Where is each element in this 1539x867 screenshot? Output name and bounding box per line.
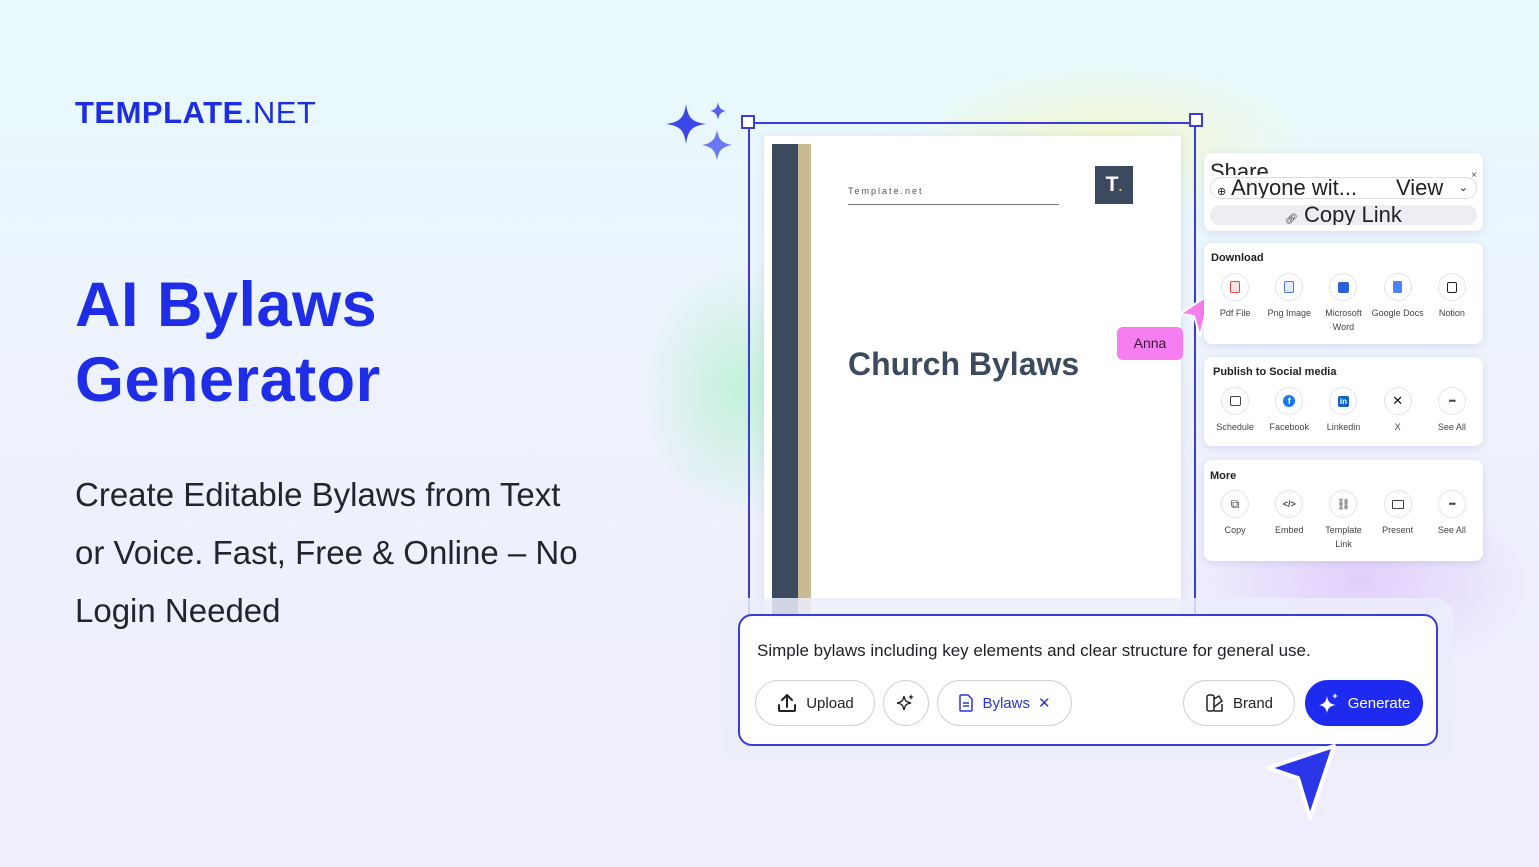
- more-item-label: Template Link: [1325, 525, 1362, 549]
- png-icon: [1275, 273, 1304, 301]
- code-icon: </>: [1275, 490, 1304, 518]
- share-permission-label[interactable]: View: [1396, 178, 1443, 198]
- present-icon: [1383, 490, 1412, 518]
- close-icon[interactable]: ✕: [1038, 694, 1051, 712]
- copy-link-label: Copy Link: [1303, 205, 1402, 225]
- more-item-label: Embed: [1275, 525, 1304, 535]
- upload-label: Upload: [806, 694, 854, 712]
- social-schedule-button[interactable]: Schedule: [1208, 387, 1262, 434]
- prompt-input[interactable]: Simple bylaws including key elements and…: [757, 641, 1311, 661]
- more-item-label: See All: [1437, 525, 1466, 535]
- subtitle-line-1: Create Editable Bylaws from Text: [75, 476, 561, 513]
- logo-thin-text: .NET: [243, 95, 317, 130]
- copy-icon: ⧉: [1221, 490, 1250, 518]
- more-title: More: [1210, 470, 1237, 482]
- download-item-label: Microsoft Word: [1325, 308, 1362, 332]
- collaborator-label: Anna: [1117, 327, 1183, 360]
- document-icon: [959, 694, 974, 712]
- page-title: AI Bylaws Generator: [75, 268, 381, 418]
- title-line-1: AI Bylaws: [75, 270, 378, 340]
- cursor-arrow-icon: [1266, 744, 1336, 820]
- download-word-button[interactable]: Microsoft Word: [1316, 273, 1370, 334]
- google-docs-icon: [1383, 273, 1412, 301]
- social-linkedin-button[interactable]: in Linkedin: [1316, 387, 1370, 434]
- copy-link-button[interactable]: 🔗︎ Copy Link: [1210, 205, 1477, 225]
- social-item-label: Facebook: [1269, 422, 1310, 432]
- download-item-label: Pdf File: [1219, 308, 1251, 318]
- share-panel: Share × ⊕ Anyone wit... View ⌄ 🔗︎ Copy L…: [1204, 153, 1483, 231]
- upload-button[interactable]: Upload: [755, 680, 875, 726]
- link-icon: 🔗︎: [1285, 214, 1298, 225]
- pdf-icon: [1221, 273, 1250, 301]
- download-panel: Download Pdf File Png Image Microsoft Wo…: [1204, 243, 1483, 344]
- subtitle-line-2: or Voice. Fast, Free & Online – No: [75, 534, 578, 571]
- download-item-label: Notion: [1438, 308, 1465, 318]
- notion-icon: [1437, 273, 1466, 301]
- bylaws-tag-label: Bylaws: [982, 694, 1030, 712]
- selection-handle-top-left[interactable]: [741, 115, 755, 129]
- more-copy-button[interactable]: ⧉ Copy: [1208, 490, 1262, 551]
- brand-button[interactable]: Brand: [1183, 680, 1295, 726]
- share-title: Share: [1210, 161, 1269, 175]
- x-icon: ✕: [1383, 387, 1412, 415]
- palette-icon: [1206, 694, 1223, 712]
- share-access-dropdown[interactable]: ⊕ Anyone wit... View ⌄: [1210, 177, 1477, 199]
- social-facebook-button[interactable]: f Facebook: [1262, 387, 1316, 434]
- social-title: Publish to Social media: [1213, 366, 1337, 378]
- ai-enhance-button[interactable]: [883, 680, 929, 726]
- subtitle-line-3: Login Needed: [75, 592, 281, 629]
- sparkles-icon: [666, 102, 732, 160]
- more-see-all-button[interactable]: ••• See All: [1425, 490, 1479, 551]
- sparkle-icon: [896, 694, 914, 711]
- social-panel: Publish to Social media Schedule f Faceb…: [1204, 357, 1483, 446]
- prompt-panel: Simple bylaws including key elements and…: [738, 614, 1438, 746]
- social-see-all-button[interactable]: ••• See All: [1425, 387, 1479, 434]
- calendar-icon: [1221, 387, 1250, 415]
- selection-frame: [748, 122, 1196, 622]
- page-subtitle: Create Editable Bylaws from Text or Voic…: [75, 466, 635, 640]
- generate-button[interactable]: Generate: [1305, 680, 1423, 726]
- social-item-label: See All: [1437, 422, 1466, 432]
- more-template-link-button[interactable]: ⛓ Template Link: [1316, 490, 1370, 551]
- selection-handle-top-right[interactable]: [1189, 113, 1203, 127]
- upload-icon: [778, 694, 797, 712]
- title-line-2: Generator: [75, 345, 381, 415]
- more-present-button[interactable]: Present: [1371, 490, 1425, 551]
- more-embed-button[interactable]: </> Embed: [1262, 490, 1316, 551]
- chevron-down-icon: ⌄: [1458, 182, 1468, 194]
- more-panel: More ⧉ Copy </> Embed ⛓ Template Link Pr…: [1204, 460, 1483, 561]
- more-icon: •••: [1437, 490, 1466, 518]
- download-item-label: Png Image: [1267, 308, 1312, 318]
- more-item-label: Copy: [1224, 525, 1246, 535]
- more-item-label: Present: [1382, 525, 1414, 535]
- word-icon: [1329, 273, 1358, 301]
- sparkle-icon: [1318, 693, 1338, 713]
- social-item-label: Linkedin: [1326, 422, 1361, 432]
- social-item-label: X: [1394, 422, 1401, 432]
- social-x-button[interactable]: ✕ X: [1371, 387, 1425, 434]
- brand-label: Brand: [1232, 694, 1274, 712]
- linkedin-icon: in: [1329, 387, 1358, 415]
- generate-label: Generate: [1347, 694, 1411, 712]
- download-notion-button[interactable]: Notion: [1425, 273, 1479, 334]
- social-item-label: Schedule: [1216, 422, 1254, 432]
- logo-bold-text: TEMPLATE: [75, 95, 244, 130]
- link-icon: ⛓: [1329, 490, 1358, 518]
- share-access-label: Anyone wit...: [1231, 177, 1358, 199]
- download-google-docs-button[interactable]: Google Docs: [1371, 273, 1425, 334]
- more-icon: •••: [1437, 387, 1466, 415]
- globe-icon: ⊕: [1217, 186, 1227, 198]
- bylaws-tag[interactable]: Bylaws ✕: [937, 680, 1072, 726]
- download-png-button[interactable]: Png Image: [1262, 273, 1316, 334]
- brand-logo[interactable]: TEMPLATE.NET: [75, 95, 316, 131]
- download-item-label: Google Docs: [1371, 308, 1424, 318]
- facebook-icon: f: [1275, 387, 1304, 415]
- download-pdf-button[interactable]: Pdf File: [1208, 273, 1262, 334]
- download-title: Download: [1211, 252, 1264, 264]
